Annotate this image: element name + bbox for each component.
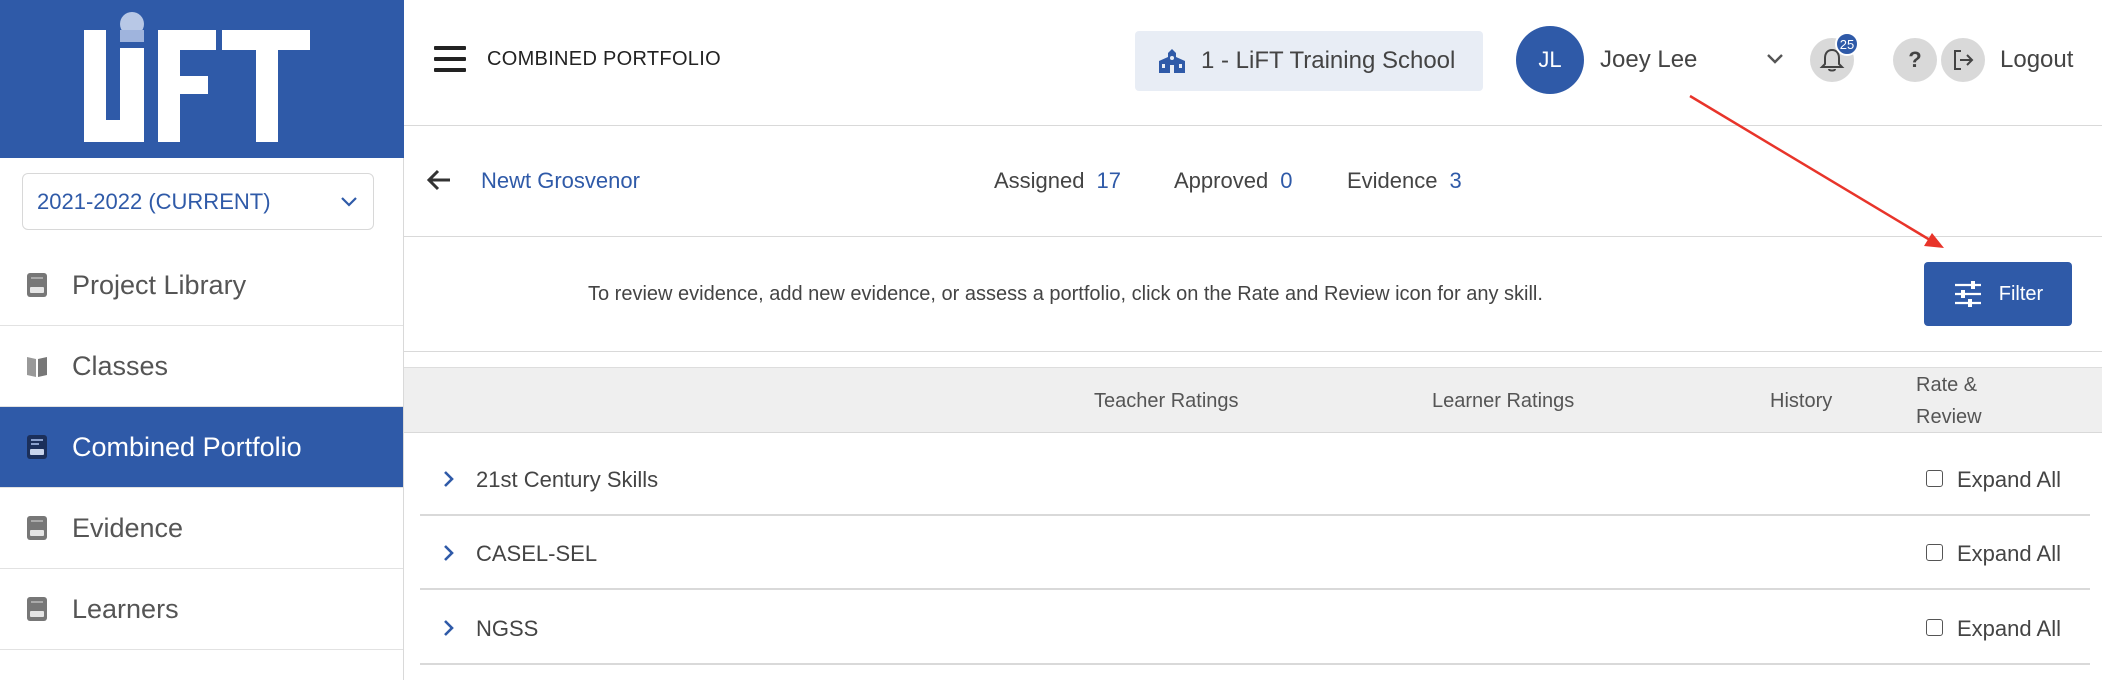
expand-all-label[interactable]: Expand All [1957, 467, 2061, 493]
table-row[interactable]: CASEL-SEL Expand All [420, 516, 2090, 590]
notification-badge: 25 [1835, 32, 1859, 56]
instructions-bar: To review evidence, add new evidence, or… [404, 237, 2102, 352]
user-name[interactable]: Joey Lee [1600, 46, 1697, 74]
student-name-link[interactable]: Newt Grosvenor [481, 168, 640, 194]
back-arrow-icon[interactable] [426, 166, 454, 194]
evidence-label: Evidence [1347, 168, 1438, 193]
sidebar-item-evidence[interactable]: Evidence [0, 488, 403, 569]
sidebar-item-label: Learners [72, 593, 179, 624]
approved-count: 0 [1280, 168, 1293, 193]
hamburger-icon[interactable] [434, 46, 466, 72]
sidebar-item-label: Evidence [72, 512, 184, 543]
sidebar-item-classes[interactable]: Classes [0, 326, 403, 407]
header-history: History [1770, 390, 1833, 412]
row-label[interactable]: CASEL-SEL [476, 541, 597, 567]
expand-all-label[interactable]: Expand All [1957, 541, 2061, 567]
school-name: 1 - LiFT Training School [1201, 47, 1456, 74]
logout-button[interactable] [1941, 38, 1985, 82]
sidebar-item-project-library[interactable]: Project Library [0, 245, 403, 326]
approved-stat: Approved 0 [1174, 168, 1292, 194]
student-summary-bar: Newt Grosvenor Assigned 17 Approved 0 Evid… [404, 126, 2102, 237]
school-year-select[interactable]: 2021-2022 (CURRENT) [22, 173, 374, 230]
chevron-down-icon [341, 197, 357, 207]
table-row[interactable]: 21st Century Skills Expand All [420, 442, 2090, 516]
sidebar-item-label: Project Library [72, 269, 247, 300]
header-rate-line1: Rate & [1916, 374, 1978, 396]
portfolio-table-header: Teacher Ratings Learner Ratings History … [404, 367, 2102, 433]
avatar[interactable]: JL [1516, 26, 1584, 94]
approved-label: Approved [1174, 168, 1269, 193]
help-button[interactable]: ? [1893, 38, 1937, 82]
logout-icon [1954, 50, 1974, 70]
book-icon [27, 516, 47, 540]
lift-logo[interactable] [0, 0, 404, 158]
sidebar-item-combined-portfolio[interactable]: Combined Portfolio [0, 407, 403, 488]
open-book-icon [27, 357, 47, 377]
assigned-label: Assigned [994, 168, 1085, 193]
sidebar: 2021-2022 (CURRENT) Project Library Clas… [0, 0, 404, 680]
sidebar-item-label: Classes [72, 350, 169, 381]
assigned-count: 17 [1096, 168, 1121, 193]
expand-all-checkbox[interactable] [1926, 619, 1943, 636]
filter-button[interactable]: Filter [1924, 262, 2072, 326]
sidebar-item-label: Combined Portfolio [72, 431, 302, 462]
filter-label: Filter [1998, 282, 2044, 305]
help-icon: ? [1908, 47, 1922, 72]
chevron-right-icon[interactable] [442, 469, 456, 489]
header-learner-ratings: Learner Ratings [1432, 390, 1575, 412]
book-icon [27, 597, 47, 621]
book-icon [27, 273, 47, 297]
row-label[interactable]: NGSS [476, 616, 538, 642]
chevron-down-icon[interactable] [1764, 48, 1786, 70]
logo-mark-icon [84, 12, 310, 142]
chevron-right-icon[interactable] [442, 618, 456, 638]
header-rate-line2: Review [1916, 406, 1982, 428]
header-teacher-ratings: Teacher Ratings [1094, 390, 1239, 412]
assigned-stat: Assigned 17 [994, 168, 1121, 194]
expand-all-checkbox[interactable] [1926, 544, 1943, 561]
row-label[interactable]: 21st Century Skills [476, 467, 658, 493]
school-icon [1159, 49, 1185, 73]
book-icon [27, 435, 47, 459]
chevron-right-icon[interactable] [442, 543, 456, 563]
school-year-value: 2021-2022 (CURRENT) [37, 188, 271, 214]
filter-sliders-icon [1954, 281, 1981, 307]
instructions-text: To review evidence, add new evidence, or… [588, 283, 1543, 305]
page-title: COMBINED PORTFOLIO [487, 48, 721, 70]
logout-link[interactable]: Logout [2000, 46, 2073, 74]
expand-all-checkbox[interactable] [1926, 470, 1943, 487]
top-header: COMBINED PORTFOLIO 1 - LiFT Training Sch… [404, 0, 2102, 126]
expand-all-label[interactable]: Expand All [1957, 616, 2061, 642]
school-selector[interactable]: 1 - LiFT Training School [1135, 31, 1483, 91]
sidebar-item-learners[interactable]: Learners [0, 569, 403, 650]
table-row[interactable]: NGSS Expand All [420, 591, 2090, 665]
evidence-count: 3 [1449, 168, 1462, 193]
evidence-stat: Evidence 3 [1347, 168, 1462, 194]
